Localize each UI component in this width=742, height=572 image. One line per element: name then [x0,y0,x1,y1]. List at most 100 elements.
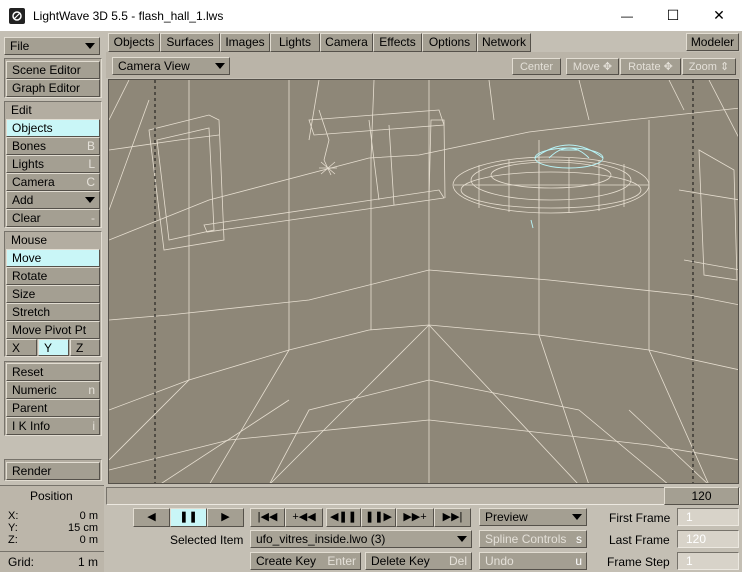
viewport-move-button[interactable]: Move ✥ [566,58,619,75]
clear-button[interactable]: Clear - [6,209,100,227]
mouse-section-label: Mouse [11,233,48,247]
minimize-button[interactable]: — [604,0,650,31]
center-button[interactable]: Center [512,58,561,75]
step-forward-button[interactable]: ❚❚▶ [361,508,396,527]
axis-label: X [12,341,21,355]
viewport-rotate-label: Rotate ✥ [628,61,673,73]
edit-item-shortcut: L [88,157,95,171]
viewport-zoom-button[interactable]: Zoom ⇕ [682,58,736,75]
ik-info-label: I K Info [12,419,51,433]
chevron-down-icon [215,63,225,69]
chevron-down-icon [85,197,95,203]
numeric-button[interactable]: Numeric n [6,381,100,399]
frame-step-value: 1 [686,554,693,568]
axis-y-toggle[interactable]: Y [38,339,69,356]
maximize-button[interactable]: ☐ [650,0,696,31]
last-frame-label: Last Frame [609,533,670,547]
tab-objects[interactable]: Objects [108,33,160,52]
tab-network[interactable]: Network [477,33,531,52]
preview-dropdown[interactable]: Preview [479,508,587,526]
create-key-shortcut: Enter [327,554,356,568]
chevron-down-icon [572,514,582,520]
first-frame-field[interactable]: 1 [677,508,739,526]
edit-item-shortcut: C [86,175,95,189]
mouse-move-button[interactable]: Move [6,249,100,267]
play-forward-button[interactable]: ▶ [207,508,244,527]
step-back-icon: ◀❚❚ [330,511,357,523]
edit-camera-button[interactable]: Camera C [6,173,100,191]
numeric-label: Numeric [12,383,57,397]
reset-button[interactable]: Reset [6,363,100,381]
preview-label: Preview [485,510,528,524]
position-z-value: 0 m [79,534,98,546]
edit-lights-button[interactable]: Lights L [6,155,100,173]
file-menu[interactable]: File [4,37,100,55]
scene-editor-label: Scene Editor [12,63,81,77]
last-frame-button[interactable]: ▶▶| [434,508,471,527]
step-forward-icon: ❚❚▶ [365,511,392,523]
step-back-button[interactable]: ◀❚❚ [326,508,361,527]
tab-camera[interactable]: Camera [320,33,373,52]
tab-options[interactable]: Options [422,33,477,52]
undo-label: Undo [485,554,514,568]
mouse-move-pivot-pt-button[interactable]: Move Pivot Pt [6,321,100,339]
previous-key-icon: +◀◀ [292,511,316,523]
render-button[interactable]: Render [6,462,100,480]
position-title: Position [30,489,73,503]
mouse-item-label: Stretch [12,305,51,319]
camera-viewport[interactable] [108,79,739,484]
edit-item-label: Camera [12,175,55,189]
mouse-rotate-button[interactable]: Rotate [6,267,100,285]
timeline-thumb[interactable]: 120 [664,487,739,505]
add-label: Add [12,193,34,207]
ik-info-button[interactable]: I K Info i [6,417,100,435]
parent-button[interactable]: Parent [6,399,100,417]
edit-objects-button[interactable]: Objects [6,119,100,137]
first-frame-button[interactable]: |◀◀ [250,508,285,527]
minimize-icon: — [621,8,633,23]
spline-controls-button[interactable]: Spline Controls s [479,530,587,548]
first-frame-icon: |◀◀ [257,511,278,523]
timeline-slider[interactable] [106,487,740,505]
last-frame-field[interactable]: 120 [677,530,739,548]
parent-label: Parent [12,401,48,415]
mouse-item-label: Size [12,287,36,301]
next-key-button[interactable]: ▶▶+ [396,508,434,527]
undo-button[interactable]: Undo u [479,552,587,570]
viewport-move-label: Move ✥ [572,61,613,73]
create-key-button[interactable]: Create Key Enter [250,552,361,570]
window-title: LightWave 3D 5.5 - flash_hall_1.lws [33,8,224,23]
frame-step-field[interactable]: 1 [677,552,739,570]
tab-surfaces[interactable]: Surfaces [160,33,220,52]
selected-item-dropdown[interactable]: ufo_vitres_inside.lwo (3) [250,530,472,548]
first-frame-value: 1 [686,510,693,524]
viewport-rotate-button[interactable]: Rotate ✥ [620,58,681,75]
edit-bones-button[interactable]: Bones B [6,137,100,155]
previous-key-button[interactable]: +◀◀ [285,508,323,527]
delete-key-button[interactable]: Delete Key Del [365,552,472,570]
ik-info-shortcut: i [92,419,95,433]
viewport-zoom-label: Zoom ⇕ [688,61,730,73]
clear-label: Clear [12,211,41,225]
mouse-size-button[interactable]: Size [6,285,100,303]
close-button[interactable]: ✕ [696,0,742,31]
view-mode-dropdown[interactable]: Camera View [112,57,230,75]
scene-editor-button[interactable]: Scene Editor [6,61,100,79]
graph-editor-button[interactable]: Graph Editor [6,79,100,97]
last-frame-value: 120 [686,532,707,546]
tab-images[interactable]: Images [220,33,270,52]
play-backward-button[interactable]: ◀ [133,508,170,527]
tab-effects[interactable]: Effects [373,33,422,52]
pause-button[interactable]: ❚❚ [170,508,207,527]
edit-item-shortcut: B [86,139,95,153]
mouse-stretch-button[interactable]: Stretch [6,303,100,321]
title-bar: LightWave 3D 5.5 - flash_hall_1.lws — ☐ … [0,0,742,31]
add-dropdown[interactable]: Add [6,191,100,209]
graph-editor-label: Graph Editor [12,81,81,95]
modeler-button[interactable]: Modeler [686,33,739,51]
numeric-shortcut: n [88,383,95,397]
axis-x-toggle[interactable]: X [6,339,37,356]
tab-lights[interactable]: Lights [270,33,320,52]
axis-z-toggle[interactable]: Z [70,339,100,356]
view-mode-label: Camera View [118,59,190,73]
